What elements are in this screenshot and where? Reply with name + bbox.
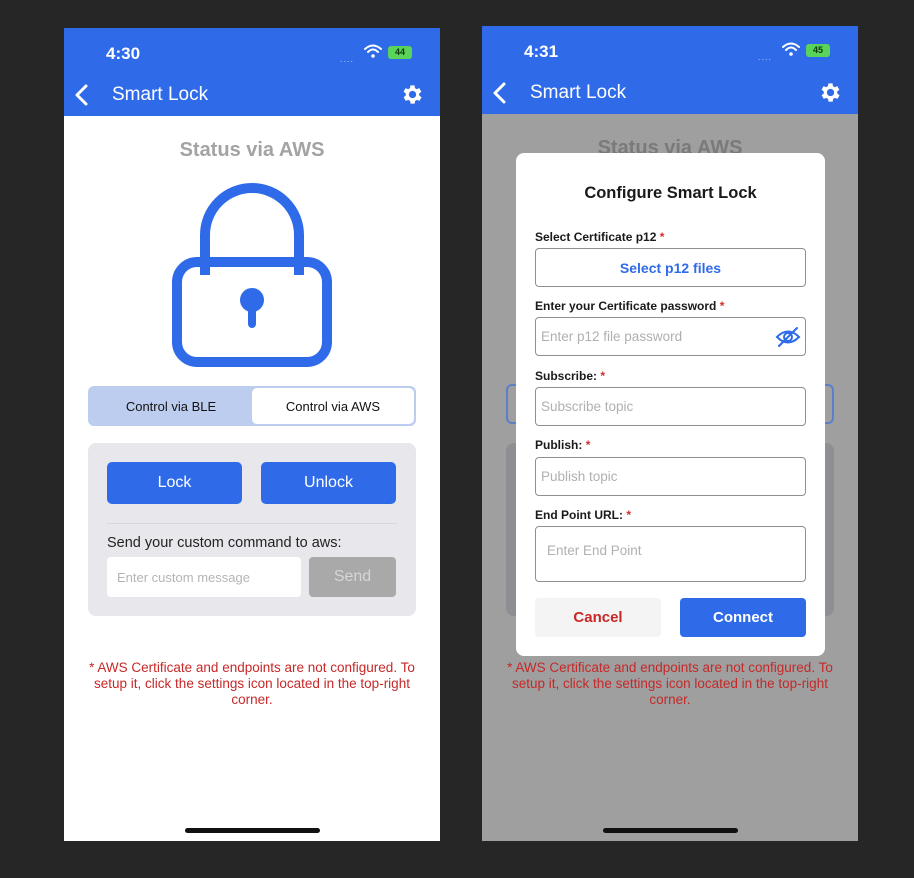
configure-modal: Configure Smart Lock Select Certificate … bbox=[516, 153, 825, 656]
status-time: 4:31 bbox=[524, 42, 559, 61]
subscribe-label: Subscribe: * bbox=[535, 369, 606, 383]
publish-placeholder: Publish topic bbox=[541, 469, 618, 484]
home-indicator bbox=[603, 828, 738, 833]
chevron-left-icon[interactable] bbox=[490, 81, 510, 105]
eye-off-icon[interactable] bbox=[775, 326, 801, 348]
send-button[interactable]: Send bbox=[309, 557, 396, 597]
tab-control-via-ble[interactable]: Control via BLE bbox=[90, 388, 252, 424]
app-header: 4:30 .... 44 Smart Lock bbox=[64, 28, 440, 116]
password-input[interactable]: Enter p12 file password bbox=[535, 317, 806, 356]
subscribe-placeholder: Subscribe topic bbox=[541, 399, 634, 414]
subscribe-input[interactable]: Subscribe topic bbox=[535, 387, 806, 426]
endpoint-label: End Point URL: * bbox=[535, 508, 631, 522]
page-title: Smart Lock bbox=[112, 84, 209, 105]
cert-label: Select Certificate p12 * bbox=[535, 230, 665, 244]
config-warning: * AWS Certificate and endpoints are not … bbox=[89, 660, 415, 707]
status-time: 4:30 bbox=[106, 44, 141, 63]
custom-command-label: Send your custom command to aws: bbox=[107, 535, 342, 551]
connect-button[interactable]: Connect bbox=[680, 598, 806, 637]
gear-icon[interactable] bbox=[818, 80, 843, 105]
battery-indicator: 45 bbox=[806, 44, 830, 57]
password-placeholder: Enter p12 file password bbox=[541, 329, 683, 344]
password-label: Enter your Certificate password * bbox=[535, 299, 725, 313]
endpoint-placeholder: Enter End Point bbox=[547, 543, 642, 558]
cellular-signal: .... bbox=[758, 52, 773, 62]
app-header: 4:31 .... 45 Smart Lock bbox=[482, 26, 858, 114]
wifi-icon bbox=[364, 44, 382, 58]
phone-screen-config: 4:31 .... 45 Smart Lock Status via AWS *… bbox=[482, 26, 858, 841]
publish-input[interactable]: Publish topic bbox=[535, 457, 806, 496]
page-title: Smart Lock bbox=[530, 82, 627, 103]
cancel-button[interactable]: Cancel bbox=[535, 598, 661, 637]
publish-label: Publish: * bbox=[535, 438, 591, 452]
tab-control-via-aws[interactable]: Control via AWS bbox=[252, 388, 414, 424]
control-mode-segment: Control via BLE Control via AWS bbox=[88, 386, 416, 426]
chevron-left-icon[interactable] bbox=[72, 83, 92, 107]
padlock-icon bbox=[172, 183, 332, 367]
lock-button[interactable]: Lock bbox=[107, 462, 242, 504]
battery-indicator: 44 bbox=[388, 46, 412, 59]
status-title: Status via AWS bbox=[179, 139, 325, 161]
cellular-signal: .... bbox=[340, 54, 355, 64]
endpoint-input[interactable]: Enter End Point bbox=[535, 526, 806, 582]
config-warning: * AWS Certificate and endpoints are not … bbox=[507, 660, 833, 707]
select-p12-button[interactable]: Select p12 files bbox=[535, 248, 806, 287]
gear-icon[interactable] bbox=[400, 82, 425, 107]
wifi-icon bbox=[782, 42, 800, 56]
modal-title: Configure Smart Lock bbox=[584, 184, 757, 202]
divider bbox=[107, 523, 397, 524]
phone-screen-main: 4:30 .... 44 Smart Lock Status via AWS C… bbox=[64, 28, 440, 841]
control-panel: Lock Unlock Send your custom command to … bbox=[88, 443, 416, 616]
unlock-button[interactable]: Unlock bbox=[261, 462, 396, 504]
custom-message-input[interactable] bbox=[107, 557, 301, 597]
home-indicator bbox=[185, 828, 320, 833]
